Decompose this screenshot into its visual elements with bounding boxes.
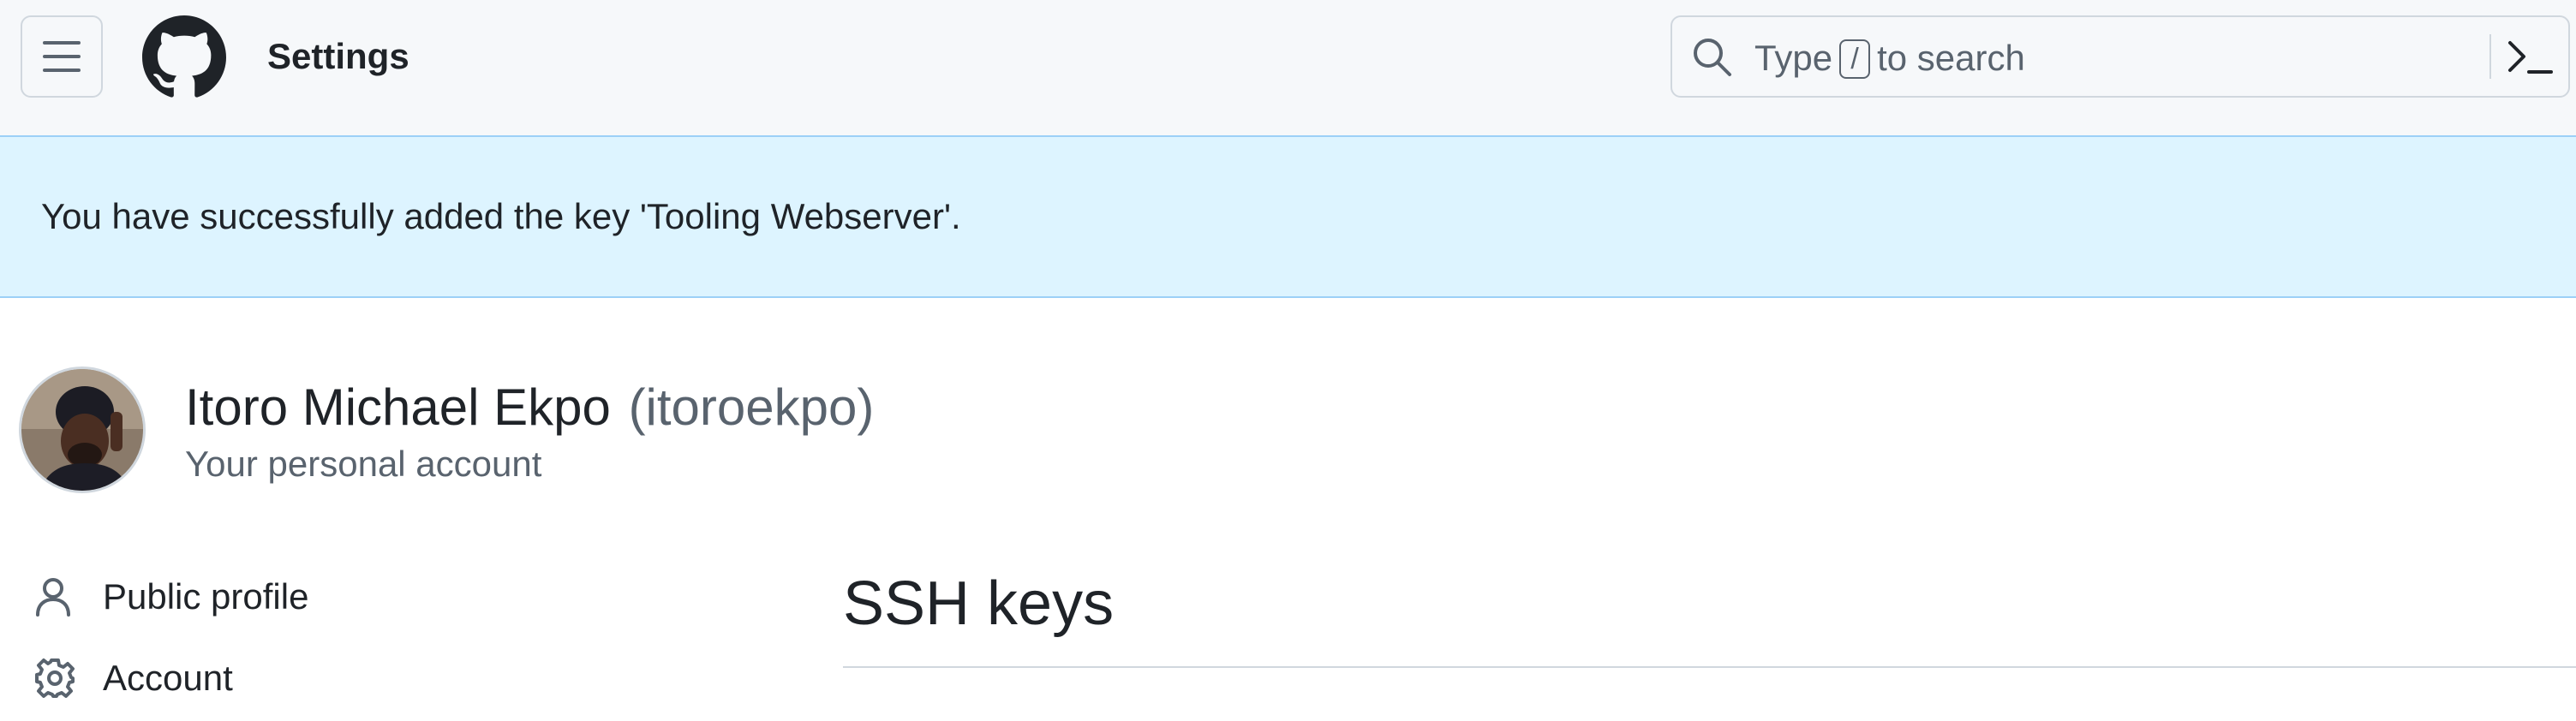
section-divider xyxy=(843,666,2576,668)
account-handle[interactable]: (itoroekpo) xyxy=(629,378,875,436)
search-divider xyxy=(2489,34,2491,79)
avatar-image xyxy=(21,369,143,491)
search-placeholder-after: to search xyxy=(1877,38,2025,78)
hamburger-icon xyxy=(43,41,81,72)
account-subtitle: Your personal account xyxy=(185,444,542,484)
search-shortcut-key: / xyxy=(1839,39,1871,79)
person-icon xyxy=(34,576,89,617)
github-mark-icon[interactable] xyxy=(142,15,226,99)
account-display-name: Itoro Michael Ekpo xyxy=(185,378,611,436)
gear-icon xyxy=(34,658,89,699)
command-palette-icon[interactable] xyxy=(2505,36,2556,79)
page-title: Settings xyxy=(267,36,409,76)
search-placeholder-before: Type xyxy=(1754,38,1833,78)
menu-button[interactable] xyxy=(21,15,103,98)
avatar[interactable] xyxy=(19,366,146,493)
section-title: SSH keys xyxy=(843,569,1115,638)
search-input[interactable]: Type / to search xyxy=(1671,15,2570,98)
sidebar-item-public-profile[interactable]: Public profile xyxy=(34,563,720,631)
flash-banner: You have successfully added the key 'Too… xyxy=(0,137,2576,298)
sidebar-item-label: Account xyxy=(103,658,233,698)
account-name: Itoro Michael Ekpo (itoroekpo) xyxy=(185,377,874,438)
sidebar-item-label: Public profile xyxy=(103,576,309,617)
search-placeholder: Type / to search xyxy=(1754,36,2025,80)
flash-message: You have successfully added the key 'Too… xyxy=(41,196,961,236)
top-header: Settings Type / to search xyxy=(0,0,2576,137)
sidebar-item-account[interactable]: Account xyxy=(34,644,720,712)
search-icon xyxy=(1694,39,1731,76)
